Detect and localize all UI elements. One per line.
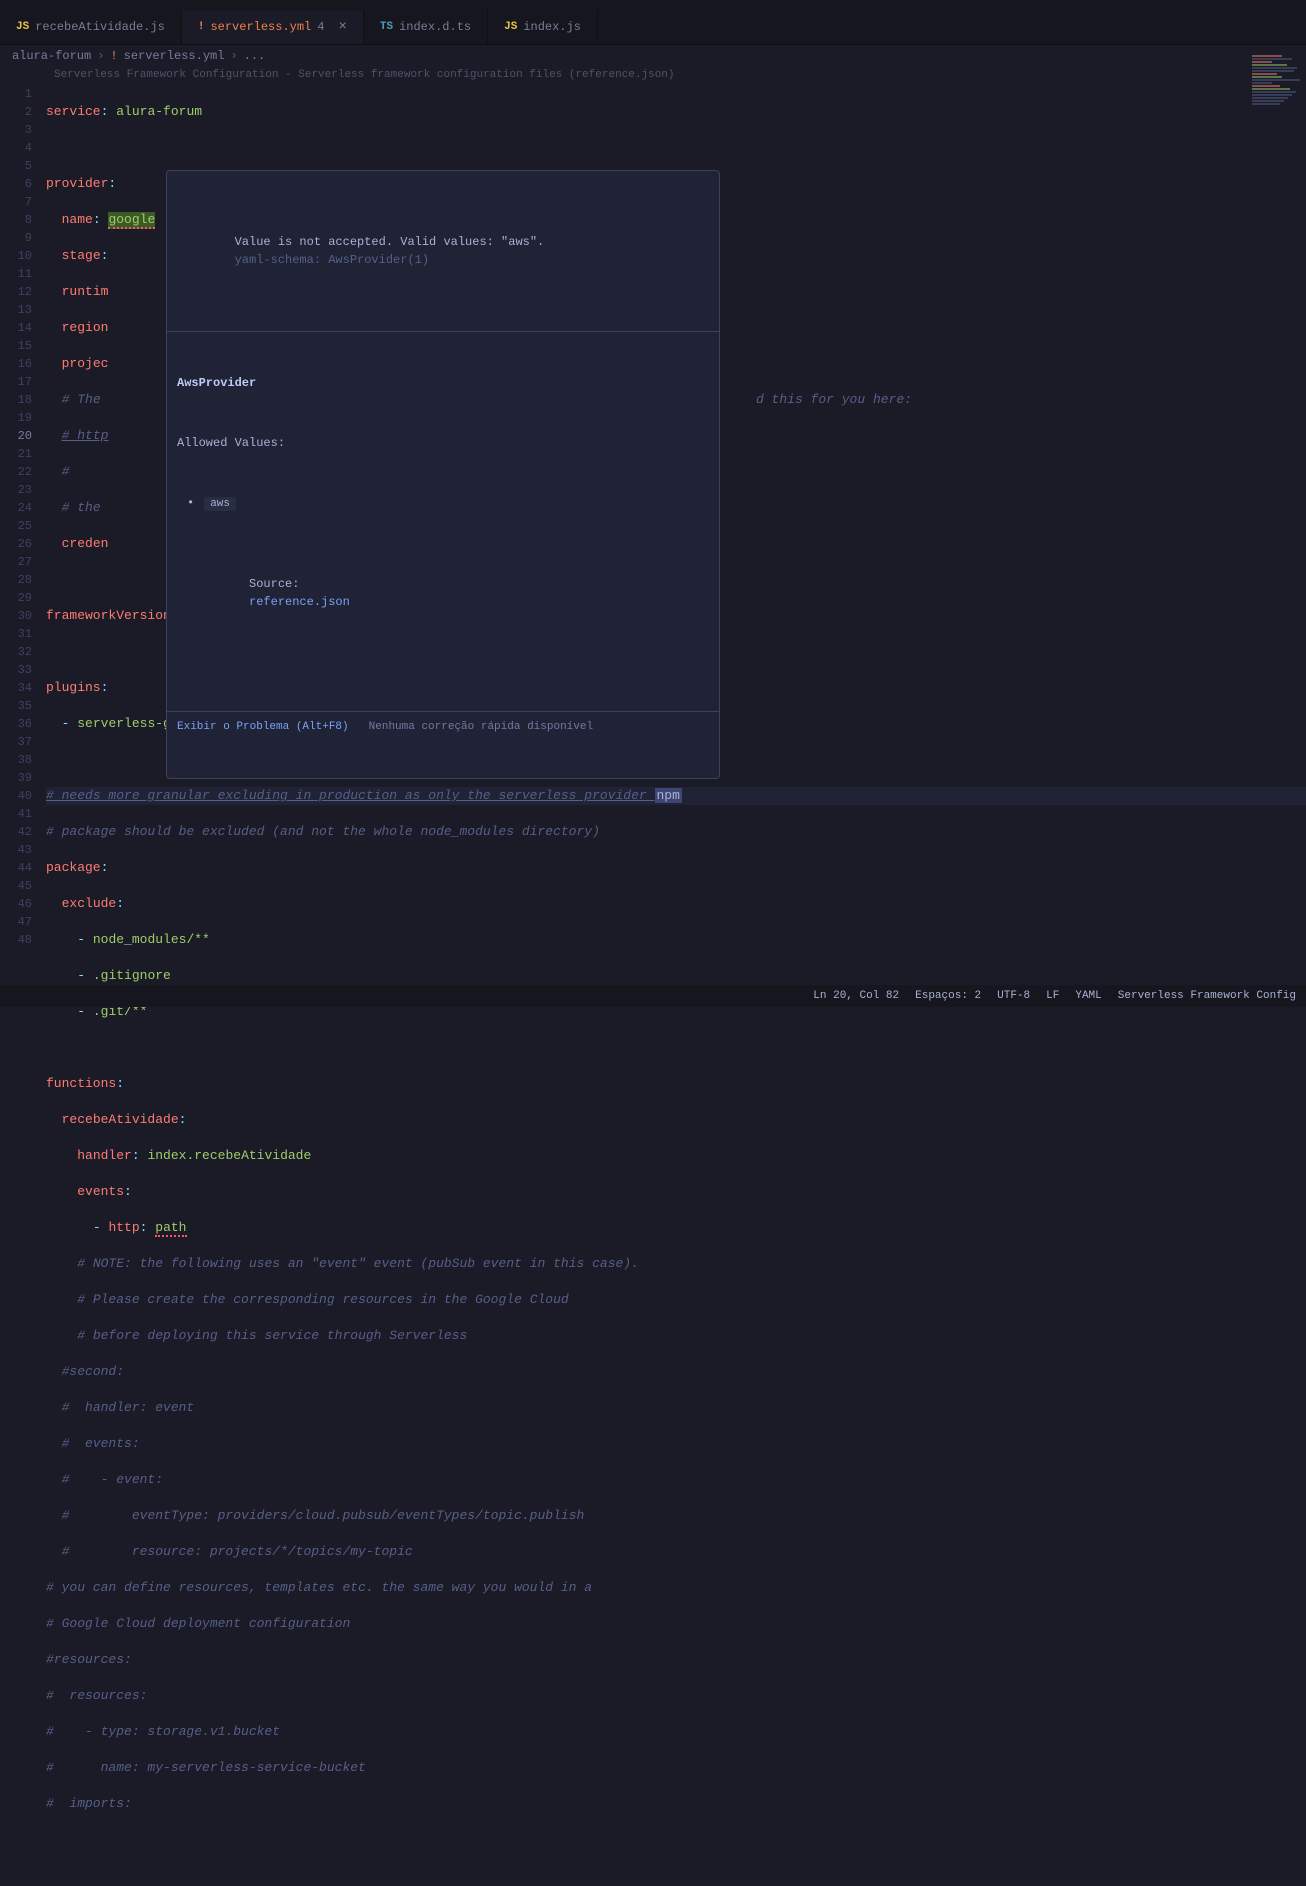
no-fix-label: Nenhuma correção rápida disponível <box>369 718 593 736</box>
breadcrumb-root[interactable]: alura-forum <box>12 49 91 63</box>
breadcrumb[interactable]: alura-forum › ! serverless.yml › ... <box>0 45 1306 67</box>
tab-label: index.d.ts <box>399 20 471 34</box>
ts-icon: TS <box>380 21 393 33</box>
tabs-bar: JS recebeAtividade.js ! serverless.yml 4… <box>0 10 1306 45</box>
breadcrumb-file[interactable]: serverless.yml <box>124 49 225 63</box>
js-icon: JS <box>504 21 517 33</box>
tab-modified-count: 4 <box>317 20 324 34</box>
tooltip-schema-ref: yaml-schema: AwsProvider(1) <box>235 253 429 267</box>
schema-hint: Serverless Framework Configuration - Ser… <box>0 67 1306 85</box>
status-lang[interactable]: YAML <box>1075 990 1101 1002</box>
status-encoding[interactable]: UTF-8 <box>997 990 1030 1002</box>
close-icon[interactable]: × <box>338 19 346 35</box>
tab-recebe-atividade[interactable]: JS recebeAtividade.js <box>0 10 182 44</box>
yaml-icon: ! <box>110 49 117 63</box>
tab-label: serverless.yml <box>210 20 311 34</box>
tooltip-allowed-label: Allowed Values: <box>177 434 709 452</box>
tab-index-js[interactable]: JS index.js <box>488 10 598 44</box>
tab-label: index.js <box>523 20 581 34</box>
tab-label: recebeAtividade.js <box>35 20 165 34</box>
status-schema[interactable]: Serverless Framework Config <box>1118 990 1296 1002</box>
tooltip-source-label: Source: <box>249 577 299 591</box>
tab-index-dts[interactable]: TS index.d.ts <box>364 10 488 44</box>
status-bar: Ln 20, Col 82 Espaços: 2 UTF-8 LF YAML S… <box>0 985 1306 1007</box>
hover-tooltip: Value is not accepted. Valid values: "aw… <box>166 170 720 779</box>
breadcrumb-more[interactable]: ... <box>244 49 266 63</box>
tooltip-allowed-value: aws <box>204 497 236 511</box>
js-icon: JS <box>16 21 29 33</box>
status-spaces[interactable]: Espaços: 2 <box>915 990 981 1002</box>
tooltip-error-msg: Value is not accepted. Valid values: "aw… <box>235 235 545 249</box>
status-cursor[interactable]: Ln 20, Col 82 <box>813 990 899 1002</box>
chevron-right-icon: › <box>230 49 237 63</box>
tooltip-source-link[interactable]: reference.json <box>249 595 350 609</box>
chevron-right-icon: › <box>97 49 104 63</box>
tab-serverless-yml[interactable]: ! serverless.yml 4 × <box>182 10 364 44</box>
yaml-icon: ! <box>198 21 205 33</box>
tooltip-title: AwsProvider <box>177 374 709 392</box>
status-eol[interactable]: LF <box>1046 990 1059 1002</box>
show-problem-link[interactable]: Exibir o Problema (Alt+F8) <box>177 718 349 736</box>
minimap[interactable] <box>1252 55 1302 255</box>
